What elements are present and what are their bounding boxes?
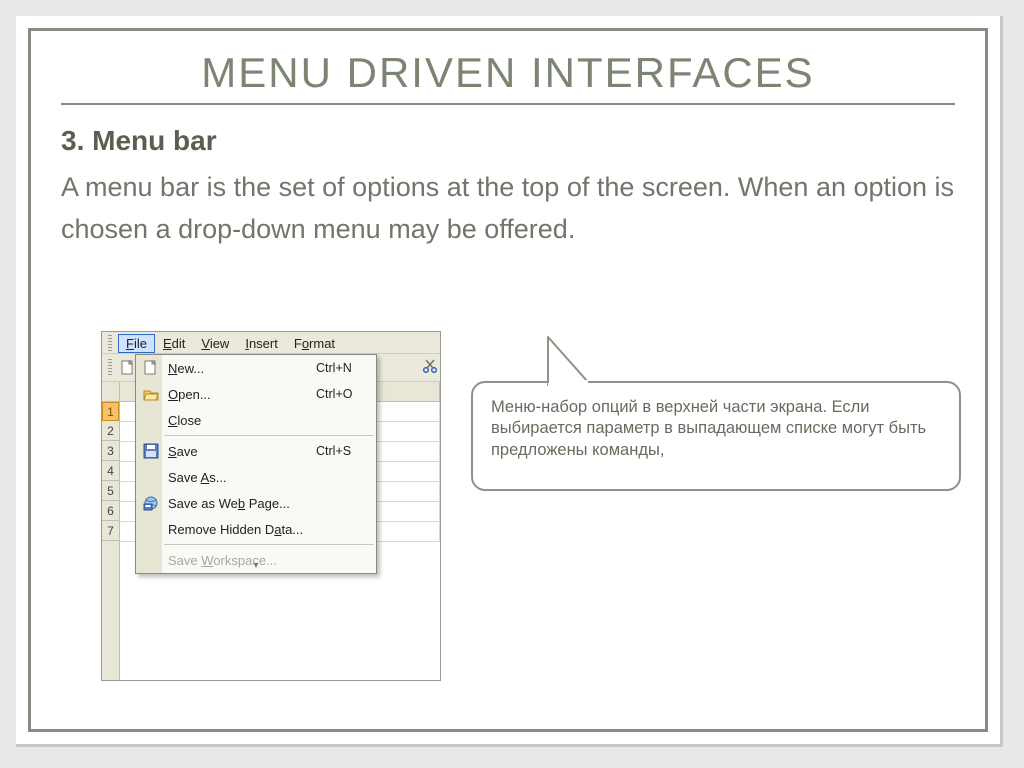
blank-icon bbox=[140, 409, 162, 431]
menu-file[interactable]: File bbox=[118, 334, 155, 353]
row-header[interactable]: 6 bbox=[102, 501, 119, 521]
file-dropdown: New... Ctrl+N Open... Ctrl+O Close bbox=[135, 354, 377, 574]
row-header[interactable]: 5 bbox=[102, 481, 119, 501]
menu-item-remove-hidden[interactable]: Remove Hidden Data... bbox=[136, 516, 376, 542]
row-header[interactable]: 7 bbox=[102, 521, 119, 541]
menu-item-shortcut: Ctrl+N bbox=[316, 361, 376, 375]
menu-item-shortcut: Ctrl+O bbox=[316, 387, 376, 401]
menu-view[interactable]: View bbox=[193, 334, 237, 353]
menu-item-save-web[interactable]: Save as Web Page... bbox=[136, 490, 376, 516]
callout-text: Меню-набор опций в верхней части экрана.… bbox=[491, 398, 926, 459]
app-screenshot: File Edit View Insert Format bbox=[101, 331, 441, 681]
menu-item-label: Save bbox=[168, 444, 316, 459]
save-web-icon bbox=[140, 492, 162, 514]
menu-item-label: Remove Hidden Data... bbox=[168, 522, 316, 537]
expand-chevron-icon[interactable]: ▾ bbox=[253, 560, 258, 571]
slide-content: MENU DRIVEN INTERFACES 3. Menu bar A men… bbox=[28, 28, 988, 732]
menu-item-label: Close bbox=[168, 413, 316, 428]
menu-item-label: Save As... bbox=[168, 470, 316, 485]
col-header[interactable] bbox=[376, 382, 440, 401]
corner-cell bbox=[102, 382, 119, 402]
menu-format[interactable]: Format bbox=[286, 334, 343, 353]
menubar-grip-icon bbox=[108, 335, 112, 351]
slide-card: MENU DRIVEN INTERFACES 3. Menu bar A men… bbox=[16, 16, 1003, 747]
open-icon bbox=[140, 383, 162, 405]
new-icon bbox=[140, 357, 162, 379]
callout-bubble: Меню-набор опций в верхней части экрана.… bbox=[471, 381, 961, 491]
save-icon bbox=[140, 440, 162, 462]
menu-insert[interactable]: Insert bbox=[237, 334, 286, 353]
menu-item-shortcut: Ctrl+S bbox=[316, 444, 376, 458]
callout-tail-icon bbox=[546, 335, 606, 395]
blank-icon bbox=[140, 518, 162, 540]
menubar: File Edit View Insert Format bbox=[102, 332, 440, 354]
menu-item-label: Save as Web Page... bbox=[168, 496, 316, 511]
row-header[interactable]: 2 bbox=[102, 421, 119, 441]
menu-item-close[interactable]: Close bbox=[136, 407, 376, 433]
menu-item-save[interactable]: Save Ctrl+S bbox=[136, 438, 376, 464]
row-header[interactable]: 1 bbox=[102, 402, 119, 421]
menu-item-label: New... bbox=[168, 361, 316, 376]
row-header[interactable]: 4 bbox=[102, 461, 119, 481]
slide-title: MENU DRIVEN INTERFACES bbox=[61, 49, 955, 105]
menu-separator bbox=[164, 435, 374, 436]
blank-icon bbox=[140, 549, 162, 571]
menu-item-label: Open... bbox=[168, 387, 316, 402]
row-headers: 1 2 3 4 5 6 7 bbox=[102, 382, 120, 680]
menu-item-save-as[interactable]: Save As... bbox=[136, 464, 376, 490]
slide-subtitle: 3. Menu bar bbox=[61, 125, 955, 157]
row-header[interactable]: 3 bbox=[102, 441, 119, 461]
slide-body-text: A menu bar is the set of options at the … bbox=[61, 167, 955, 251]
cut-icon[interactable] bbox=[422, 358, 438, 374]
menu-item-new[interactable]: New... Ctrl+N bbox=[136, 355, 376, 381]
menu-separator bbox=[164, 544, 374, 545]
toolbar-grip-icon bbox=[108, 359, 112, 377]
menu-edit[interactable]: Edit bbox=[155, 334, 193, 353]
blank-icon bbox=[140, 466, 162, 488]
menu-item-label: Save Workspace... bbox=[168, 553, 316, 568]
menu-item-open[interactable]: Open... Ctrl+O bbox=[136, 381, 376, 407]
